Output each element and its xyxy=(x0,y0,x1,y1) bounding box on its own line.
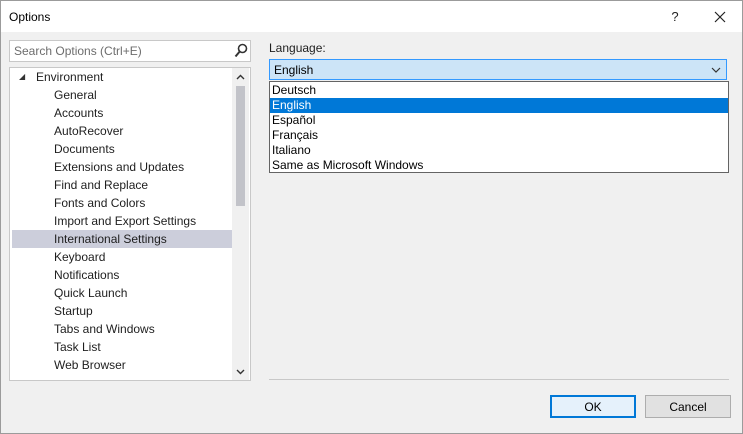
tree-item-notifications[interactable]: Notifications xyxy=(12,266,232,284)
tree-item-accounts[interactable]: Accounts xyxy=(12,104,232,122)
chevron-down-icon xyxy=(236,369,245,374)
tree-scrollbar[interactable] xyxy=(232,68,249,380)
tree-list: ◢ Environment General Accounts AutoRecover… xyxy=(10,68,232,380)
tree-item-quick-launch[interactable]: Quick Launch xyxy=(12,284,232,302)
language-option-fran-ais[interactable]: Français xyxy=(270,128,728,143)
tree-item-import-and-export-settings[interactable]: Import and Export Settings xyxy=(12,212,232,230)
scroll-down-button[interactable] xyxy=(232,363,249,380)
search-icon[interactable] xyxy=(234,43,248,59)
title-bar: Options ? xyxy=(1,1,742,32)
search-input[interactable] xyxy=(10,41,232,61)
chevron-down-icon[interactable] xyxy=(710,64,722,76)
scroll-thumb[interactable] xyxy=(236,86,245,206)
tree-item-find-and-replace[interactable]: Find and Replace xyxy=(12,176,232,194)
tree-item-autorecover[interactable]: AutoRecover xyxy=(12,122,232,140)
scroll-up-button[interactable] xyxy=(232,68,249,85)
help-button[interactable]: ? xyxy=(653,1,697,32)
cancel-button[interactable]: Cancel xyxy=(645,395,731,418)
language-label: Language: xyxy=(269,41,326,55)
tree-item-general[interactable]: General xyxy=(12,86,232,104)
tree-item-extensions-and-updates[interactable]: Extensions and Updates xyxy=(12,158,232,176)
tree-item-documents[interactable]: Documents xyxy=(12,140,232,158)
tree-item-environment[interactable]: ◢ Environment xyxy=(12,68,232,86)
expand-triangle-icon[interactable]: ◢ xyxy=(19,68,25,86)
options-dialog: Options ? ◢ Environment GeneralAccountsA… xyxy=(0,0,743,434)
tree-item-tabs-and-windows[interactable]: Tabs and Windows xyxy=(12,320,232,338)
language-option-same-as-microsoft-windows[interactable]: Same as Microsoft Windows xyxy=(270,158,728,173)
language-option-italiano[interactable]: Italiano xyxy=(270,143,728,158)
tree-item-task-list[interactable]: Task List xyxy=(12,338,232,356)
close-icon xyxy=(714,11,726,22)
tree-item-startup[interactable]: Startup xyxy=(12,302,232,320)
language-option-english[interactable]: English xyxy=(270,98,728,113)
tree-item-keyboard[interactable]: Keyboard xyxy=(12,248,232,266)
tree-item-international-settings[interactable]: International Settings xyxy=(12,230,232,248)
close-button[interactable] xyxy=(698,1,742,32)
tree-item-fonts-and-colors[interactable]: Fonts and Colors xyxy=(12,194,232,212)
tree-item-web-browser[interactable]: Web Browser xyxy=(12,356,232,374)
language-selected-value: English xyxy=(274,63,314,77)
window-title: Options xyxy=(9,10,51,24)
options-tree: ◢ Environment General Accounts AutoRecover… xyxy=(9,67,251,381)
chevron-up-icon xyxy=(236,74,245,79)
language-dropdown-list: Deutsch English Español Français Italiano Sam… xyxy=(269,81,729,173)
language-option-espa-ol[interactable]: Español xyxy=(270,113,728,128)
footer-divider xyxy=(269,379,729,380)
language-option-deutsch[interactable]: Deutsch xyxy=(270,83,728,98)
search-box xyxy=(9,40,251,62)
language-combobox[interactable]: English xyxy=(269,59,727,80)
tree-item-label: Environment xyxy=(36,70,104,84)
ok-button[interactable]: OK xyxy=(550,395,636,418)
